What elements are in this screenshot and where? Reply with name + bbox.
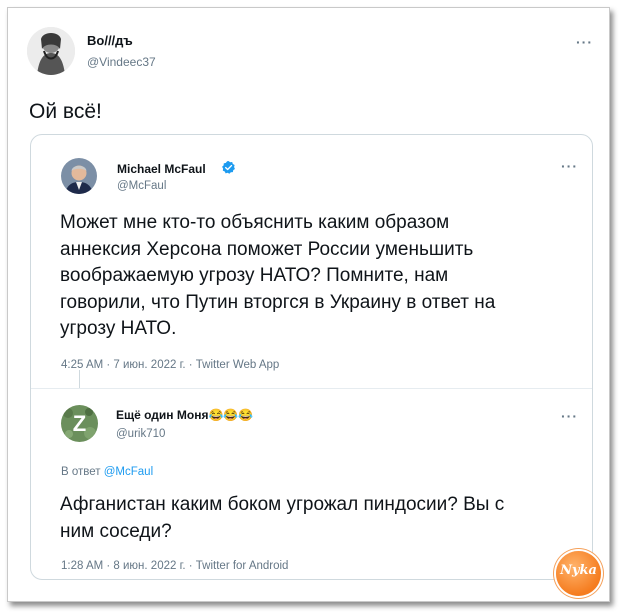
tweet-text: Ой всё!	[29, 100, 102, 123]
tweet-card: Во///дъ @Vindeec37 ··· Ой всё! Michael M…	[7, 7, 610, 602]
verified-icon	[222, 160, 235, 174]
quoted-tweet-line: Может мне кто-то объяснить каким образом	[60, 212, 450, 233]
reply-avatar-letter: Z	[73, 411, 86, 436]
quoted-tweet[interactable]: Michael McFaul @McFaul ··· Может мне кто…	[30, 134, 593, 580]
quoted-tweet-line: воображаемую угрозу НАТО? Помните, нам	[60, 265, 449, 286]
mcfaul-avatar[interactable]	[61, 158, 97, 194]
reply-more-options-icon[interactable]: ···	[561, 408, 578, 424]
replying-mention-link[interactable]: @McFaul	[104, 466, 153, 478]
watermark-text: Nyka	[560, 563, 597, 578]
reply-tweet-timestamp[interactable]: 1:28 AM · 8 июн. 2022 г. · Twitter for A…	[61, 560, 288, 572]
thread-divider	[31, 388, 592, 389]
quoted-handle[interactable]: @McFaul	[117, 180, 166, 192]
replying-to: В ответ @McFaul	[61, 466, 153, 478]
reply-display-name[interactable]: Ещё один Моня😂😂😂	[116, 408, 253, 422]
thread-connector	[79, 370, 80, 388]
user-handle[interactable]: @Vindeec37	[87, 55, 156, 69]
reply-tweet-line: Афганистан каким боком угрожал пиндосии?…	[60, 494, 505, 515]
quoted-tweet-line: аннексия Херсона поможет России уменьшит…	[60, 238, 474, 260]
quoted-tweet-line: угрозу НАТО.	[60, 318, 177, 339]
user-avatar[interactable]	[27, 27, 75, 75]
watermark-logo: Nyka	[556, 551, 601, 596]
quoted-tweet-line: говорили, что Путин вторгся в Украину в …	[60, 291, 496, 313]
quoted-more-options-icon[interactable]: ···	[561, 158, 578, 174]
quoted-display-name[interactable]: Michael McFaul	[117, 162, 206, 176]
reply-tweet-line: ним соседи?	[60, 520, 172, 542]
more-options-icon[interactable]: ···	[576, 34, 593, 50]
display-name[interactable]: Во///дъ	[87, 33, 133, 48]
reply-handle[interactable]: @urik710	[116, 428, 165, 440]
quoted-tweet-timestamp[interactable]: 4:25 AM · 7 июн. 2022 г. · Twitter Web A…	[61, 359, 279, 371]
reply-avatar[interactable]: Z	[61, 405, 98, 442]
replying-prefix: В ответ	[61, 466, 101, 478]
